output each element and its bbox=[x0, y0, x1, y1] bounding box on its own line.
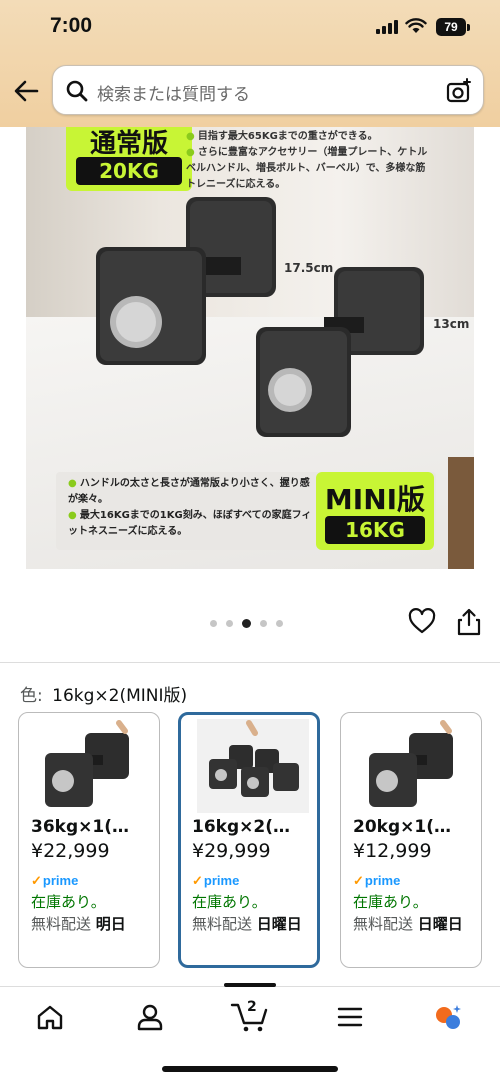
variant-card-20kg[interactable]: 20kg×1(… ¥12,999 prime 在庫あり。 無料配送 日曜日 bbox=[340, 712, 482, 968]
variant-shipping: 無料配送 日曜日 bbox=[192, 915, 302, 933]
header: 7:00 79 検索または質問する bbox=[0, 0, 500, 127]
features-bottom: ● ハンドルの太さと長さが通常版より小さく、握り感が楽々。 ● 最大16KGまで… bbox=[68, 476, 318, 540]
prime-badge: prime bbox=[353, 873, 400, 889]
assistant-icon[interactable] bbox=[432, 1001, 464, 1033]
search-input[interactable]: 検索または質問する bbox=[97, 80, 250, 105]
product-image[interactable]: 通常版 20KG ● 目指す最大65KGまでの重さができる。 ● さらに豊富なア… bbox=[26, 127, 474, 569]
feature-top-2: ● さらに豊富なアクセサリー（増量プレート、ケトルベルハンドル、増長ボルト、バー… bbox=[186, 147, 428, 190]
variant-card-16kg-selected[interactable]: 16kg×2(… ¥29,999 prime 在庫あり。 無料配送 日曜日 bbox=[178, 712, 320, 968]
prime-badge: prime bbox=[192, 873, 239, 889]
dimension-small-label: 13cm bbox=[433, 317, 470, 331]
cart-count-badge: 2 bbox=[247, 999, 257, 1015]
share-icon[interactable] bbox=[456, 608, 482, 636]
battery-tip bbox=[467, 24, 470, 31]
search-bar[interactable]: 検索または質問する bbox=[52, 65, 484, 115]
status-time: 7:00 bbox=[50, 14, 93, 37]
variant-stock: 在庫あり。 bbox=[31, 893, 106, 911]
mini-version-badge: MINI版 16KG bbox=[316, 472, 434, 550]
variant-thumbnail bbox=[45, 720, 129, 807]
cart-button[interactable]: 2 bbox=[230, 999, 270, 1033]
standard-version-weight: 20KG bbox=[76, 157, 182, 185]
dumbbell-mini-illustration bbox=[256, 267, 424, 437]
home-icon[interactable] bbox=[34, 1001, 66, 1033]
carousel-dot[interactable] bbox=[276, 620, 283, 627]
carousel-dot[interactable] bbox=[226, 620, 233, 627]
variant-name: 16kg×2(… bbox=[192, 817, 290, 837]
color-value: 16kg×2(MINI版) bbox=[52, 686, 188, 706]
variant-stock: 在庫あり。 bbox=[192, 893, 267, 911]
variant-price: ¥22,999 bbox=[31, 840, 110, 862]
menu-icon[interactable] bbox=[334, 1001, 366, 1033]
variant-thumbnail bbox=[369, 720, 453, 807]
variant-thumbnail bbox=[197, 719, 309, 813]
arrow-left-icon bbox=[14, 80, 39, 102]
camera-search-icon[interactable] bbox=[446, 78, 472, 104]
status-bar: 7:00 79 bbox=[0, 0, 500, 56]
home-indicator bbox=[162, 1066, 338, 1072]
feature-bottom-1: ● ハンドルの太さと長さが通常版より小さく、握り感が楽々。 bbox=[68, 478, 310, 505]
wifi-icon bbox=[405, 18, 427, 33]
variant-name: 20kg×1(… bbox=[353, 817, 451, 837]
back-button[interactable] bbox=[10, 75, 42, 107]
color-selection-row: 色: 16kg×2(MINI版) bbox=[20, 681, 187, 706]
features-top: ● 目指す最大65KGまでの重さができる。 ● さらに豊富なアクセサリー（増量プ… bbox=[186, 129, 431, 193]
variant-shipping: 無料配送 明日 bbox=[31, 915, 126, 933]
battery-icon: 79 bbox=[436, 18, 466, 36]
search-icon bbox=[66, 80, 88, 102]
carousel-dot-active[interactable] bbox=[242, 619, 251, 628]
variant-shipping: 無料配送 日曜日 bbox=[353, 915, 463, 933]
variant-stock: 在庫あり。 bbox=[353, 893, 428, 911]
carousel-dot[interactable] bbox=[260, 620, 267, 627]
heart-icon[interactable] bbox=[408, 608, 436, 636]
variant-price: ¥29,999 bbox=[192, 840, 271, 862]
variant-price: ¥12,999 bbox=[353, 840, 432, 862]
carousel-dot[interactable] bbox=[210, 620, 217, 627]
color-label: 色: bbox=[20, 686, 43, 706]
section-divider bbox=[0, 662, 500, 663]
mini-version-weight: 16KG bbox=[325, 516, 425, 544]
carousel-indicator[interactable] bbox=[210, 619, 283, 628]
prime-badge: prime bbox=[31, 873, 78, 889]
cellular-signal-icon bbox=[376, 20, 398, 34]
account-icon[interactable] bbox=[134, 1001, 166, 1033]
standard-version-title: 通常版 bbox=[89, 129, 168, 159]
standard-version-badge: 通常版 20KG bbox=[66, 127, 192, 191]
image-background-wood bbox=[448, 457, 474, 569]
feature-bottom-2: ● 最大16KGまでの1KG刻み、ほぼすべての家庭フィットネスニーズに応える。 bbox=[68, 510, 312, 537]
variant-name: 36kg×1(… bbox=[31, 817, 129, 837]
variant-card-36kg[interactable]: 36kg×1(… ¥22,999 prime 在庫あり。 無料配送 明日 bbox=[18, 712, 160, 968]
mini-version-title: MINI版 bbox=[324, 483, 426, 516]
feature-top-1: ● 目指す最大65KGまでの重さができる。 bbox=[186, 131, 378, 142]
active-tab-indicator bbox=[224, 983, 276, 987]
